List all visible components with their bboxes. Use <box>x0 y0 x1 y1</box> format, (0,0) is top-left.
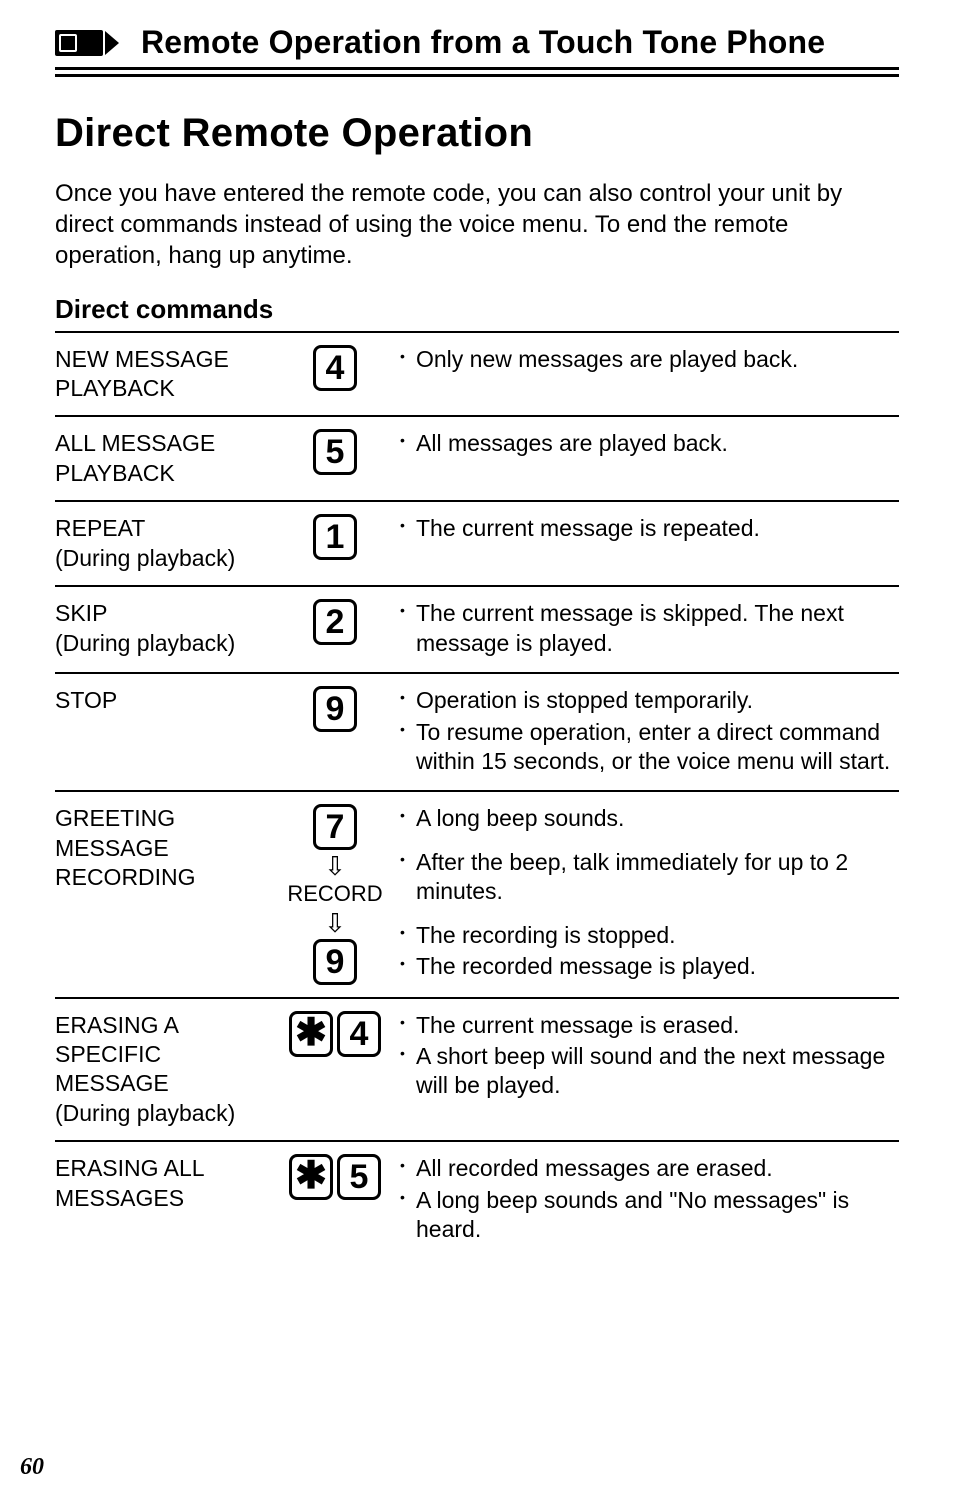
command-keys: 5 <box>270 416 400 501</box>
command-desc: A long beep sounds. After the beep, talk… <box>400 791 899 997</box>
section-title: Remote Operation from a Touch Tone Phone <box>141 24 825 61</box>
command-keys: 9 <box>270 673 400 791</box>
command-desc: All recorded messages are erased. A long… <box>400 1141 899 1258</box>
keycap-5: 5 <box>337 1154 381 1200</box>
command-label: ERASING ALL MESSAGES <box>55 1141 270 1258</box>
command-keys: 4 <box>270 332 400 417</box>
table-row: ERASING A SPECIFIC MESSAGE (During playb… <box>55 998 899 1142</box>
keycap-star: ✱ <box>289 1154 333 1200</box>
section-header: Remote Operation from a Touch Tone Phone <box>55 24 899 61</box>
down-arrow-icon: ⇩ <box>324 853 346 879</box>
record-label: RECORD <box>287 882 382 906</box>
table-row: NEW MESSAGE PLAYBACK 4 Only new messages… <box>55 332 899 417</box>
command-desc: Only new messages are played back. <box>400 332 899 417</box>
command-desc: All messages are played back. <box>400 416 899 501</box>
keycap-7: 7 <box>313 804 357 850</box>
keycap-star: ✱ <box>289 1011 333 1057</box>
table-row: ALL MESSAGE PLAYBACK 5 All messages are … <box>55 416 899 501</box>
command-label: ALL MESSAGE PLAYBACK <box>55 416 270 501</box>
command-keys: ✱4 <box>270 998 400 1142</box>
command-desc: The current message is repeated. <box>400 501 899 586</box>
page-title: Direct Remote Operation <box>55 111 899 156</box>
command-keys: ✱5 <box>270 1141 400 1258</box>
table-row: REPEAT (During playback) 1 The current m… <box>55 501 899 586</box>
subheading: Direct commands <box>55 294 899 325</box>
double-rule <box>55 67 899 77</box>
command-desc: The current message is skipped. The next… <box>400 586 899 673</box>
command-keys: 2 <box>270 586 400 673</box>
command-label: STOP <box>55 673 270 791</box>
command-desc: Operation is stopped temporarily. To res… <box>400 673 899 791</box>
keycap-4: 4 <box>313 345 357 391</box>
keycap-5: 5 <box>313 429 357 475</box>
keycap-4: 4 <box>337 1011 381 1057</box>
keycap-1: 1 <box>313 514 357 560</box>
keycap-9: 9 <box>313 686 357 732</box>
arrow-box-icon <box>55 30 103 56</box>
table-row: STOP 9 Operation is stopped temporarily.… <box>55 673 899 791</box>
command-label: GREETING MESSAGE RECORDING <box>55 791 270 997</box>
page-number: 60 <box>20 1454 44 1481</box>
keycap-2: 2 <box>313 599 357 645</box>
table-row: GREETING MESSAGE RECORDING 7 ⇩ RECORD ⇩ … <box>55 791 899 997</box>
table-row: ERASING ALL MESSAGES ✱5 All recorded mes… <box>55 1141 899 1258</box>
command-label: NEW MESSAGE PLAYBACK <box>55 332 270 417</box>
command-label: ERASING A SPECIFIC MESSAGE (During playb… <box>55 998 270 1142</box>
down-arrow-icon: ⇩ <box>324 910 346 936</box>
command-label: REPEAT (During playback) <box>55 501 270 586</box>
commands-table: NEW MESSAGE PLAYBACK 4 Only new messages… <box>55 331 899 1259</box>
command-label: SKIP (During playback) <box>55 586 270 673</box>
intro-paragraph: Once you have entered the remote code, y… <box>55 178 899 272</box>
table-row: SKIP (During playback) 2 The current mes… <box>55 586 899 673</box>
command-desc: The current message is erased. A short b… <box>400 998 899 1142</box>
command-keys: 1 <box>270 501 400 586</box>
keycap-9: 9 <box>313 939 357 985</box>
command-keys: 7 ⇩ RECORD ⇩ 9 <box>270 791 400 997</box>
